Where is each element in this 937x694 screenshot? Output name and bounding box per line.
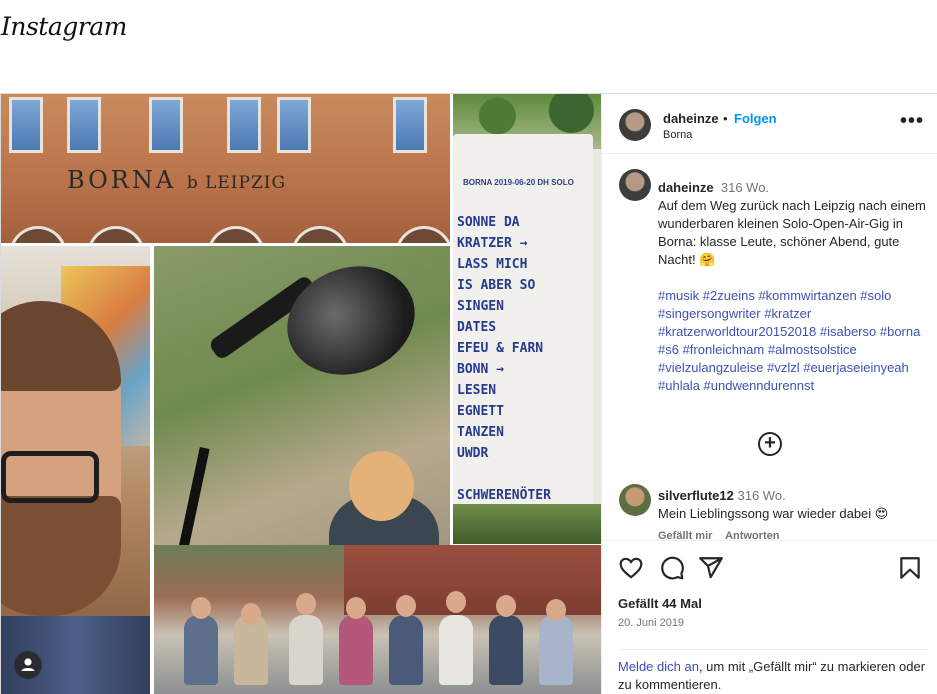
- load-more-comments-icon[interactable]: +: [758, 432, 782, 456]
- caption-avatar[interactable]: [619, 169, 651, 201]
- setlist-header: BORNA 2019-06-20 DH SOLO: [463, 178, 574, 187]
- post-photo-collage[interactable]: BORNA b LEIPZIG BORNA 2019-06-20 DH SOLO…: [1, 94, 601, 694]
- setlist-line: UWDR: [457, 446, 489, 461]
- caption-hashtags[interactable]: #musik #2zueins #kommwirtanzen #solo #si…: [658, 287, 933, 395]
- setlist-line: SINGEN: [457, 299, 504, 314]
- station-photo: BORNA b LEIPZIG: [1, 94, 450, 243]
- setlist-line: IS ABER SO: [457, 278, 536, 293]
- author-avatar[interactable]: [619, 109, 651, 141]
- commenter-avatar[interactable]: [619, 484, 651, 516]
- commenter-username[interactable]: silverflute12: [658, 488, 734, 503]
- setlist-line: EGNETT: [457, 404, 504, 419]
- post-sidebar: daheinze • Folgen Borna ••• daheinze 316…: [601, 94, 937, 694]
- more-options-icon[interactable]: •••: [900, 110, 924, 133]
- caption-text: Auf dem Weg zurück nach Leipzig nach ein…: [658, 198, 926, 267]
- comments-section[interactable]: daheinze 316 Wo. Auf dem Weg zurück nach…: [602, 155, 937, 540]
- heart-icon[interactable]: [618, 555, 644, 581]
- follow-button[interactable]: Folgen: [734, 111, 777, 126]
- audience-photo: [154, 545, 601, 694]
- comment-like-button[interactable]: Gefällt mir: [658, 530, 712, 540]
- separator-dot: •: [723, 111, 728, 126]
- caption-age: 316 Wo.: [720, 180, 770, 195]
- setlist-photo: BORNA 2019-06-20 DH SOLO SONNE DA KRATZER…: [453, 94, 601, 544]
- setlist-line: LASS MICH: [457, 257, 528, 272]
- action-bar: Gefällt 44 Mal 20. Juni 2019 Melde dich …: [602, 540, 937, 694]
- share-icon[interactable]: [698, 555, 724, 581]
- setlist-line: LESEN: [457, 383, 497, 398]
- setlist-line: [457, 464, 593, 485]
- selfie-photo: [1, 246, 150, 694]
- comment-age: 316 Wo.: [737, 488, 786, 503]
- station-sign: BORNA b LEIPZIG: [67, 166, 287, 194]
- location-link[interactable]: Borna: [663, 129, 692, 141]
- comment-reply-button[interactable]: Antworten: [725, 530, 779, 540]
- setlist-line: SCHWERENÖTER: [457, 488, 551, 503]
- setlist: SONNE DA KRATZER → LASS MICH IS ABER SO SING…: [457, 212, 593, 506]
- bookmark-icon[interactable]: [897, 555, 923, 581]
- setlist-line: BONN →: [457, 362, 504, 377]
- setlist-line: SONNE DA: [457, 215, 520, 230]
- caption-username[interactable]: daheinze: [658, 180, 714, 195]
- post-header: daheinze • Folgen Borna •••: [602, 94, 937, 154]
- user-icon: [21, 658, 35, 671]
- setlist-line: TANZEN: [457, 425, 504, 440]
- setlist-line: EFEU & FARN: [457, 341, 544, 356]
- tagged-users-button[interactable]: [14, 651, 42, 679]
- login-prompt: Melde dich an, um mit „Gefällt mir“ zu m…: [618, 649, 928, 694]
- author-username[interactable]: daheinze: [663, 111, 719, 126]
- comment-text: Mein Lieblingssong war wieder dabei 😍: [658, 506, 889, 521]
- instagram-logo[interactable]: Instagram: [1, 12, 127, 41]
- like-count[interactable]: Gefällt 44 Mal: [618, 596, 702, 611]
- login-link[interactable]: Melde dich an: [618, 659, 699, 674]
- setlist-line: KRATZER →: [457, 236, 528, 251]
- post-date: 20. Juni 2019: [618, 617, 685, 629]
- post-dialog: BORNA b LEIPZIG BORNA 2019-06-20 DH SOLO…: [0, 93, 937, 694]
- comment-icon[interactable]: [659, 555, 685, 581]
- setlist-line: DATES: [457, 320, 497, 335]
